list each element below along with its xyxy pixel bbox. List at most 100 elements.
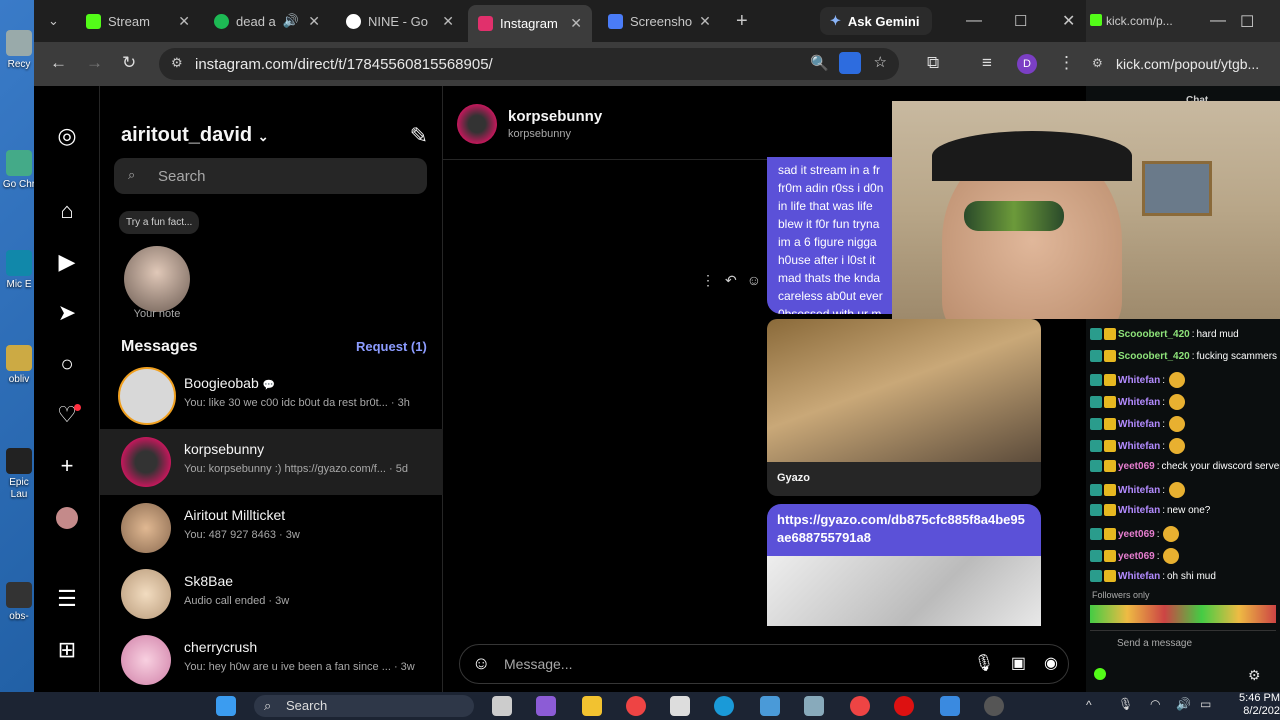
maximize-icon[interactable]: ☐: [1240, 12, 1254, 32]
thread-item-selected[interactable]: korpsebunny You: korpsebunny :) https://…: [100, 429, 443, 495]
desktop-icon-oblivion[interactable]: obliv: [2, 345, 36, 386]
chat-line[interactable]: Whitefan: new one?: [1090, 504, 1210, 516]
chat-line[interactable]: Whitefan:: [1090, 438, 1185, 454]
create-icon[interactable]: +: [55, 454, 79, 478]
chat-username[interactable]: Scooobert_420: [1118, 351, 1190, 362]
minimize-button[interactable]: —: [956, 7, 984, 35]
message-input[interactable]: ☺ Message... 🎙 ▣ ◉: [459, 644, 1069, 684]
chat-username[interactable]: Whitefan: [1118, 571, 1160, 582]
desktop-icon-chrome[interactable]: Go Chr: [2, 150, 36, 191]
battery-icon[interactable]: ▭: [1200, 697, 1211, 711]
gyazo-image-preview[interactable]: [767, 319, 1041, 464]
desktop-icon-obs[interactable]: obs-: [2, 582, 36, 623]
instagram-logo-icon[interactable]: ◎: [55, 124, 79, 148]
chevron-up-icon[interactable]: ^: [1086, 698, 1092, 712]
chat-username[interactable]: yeet069: [1118, 461, 1155, 472]
tab-instagram[interactable]: Instagram ✕: [468, 5, 592, 42]
microphone-icon[interactable]: 🎙: [1118, 697, 1133, 711]
emoji-icon[interactable]: ☺: [472, 653, 490, 674]
tab-google[interactable]: NINE - Go ✕: [336, 7, 464, 35]
copilot-icon[interactable]: [536, 696, 556, 716]
image-icon[interactable]: ▣: [1011, 653, 1026, 673]
app-icon[interactable]: [940, 696, 960, 716]
chat-line[interactable]: Whitefan: oh shi mud: [1090, 570, 1216, 582]
sticker-icon[interactable]: ◉: [1044, 653, 1058, 673]
ask-gemini-button[interactable]: ✦ Ask Gemini: [820, 7, 932, 35]
address-bar[interactable]: ⚙ instagram.com/direct/t/178455608155689…: [159, 48, 899, 80]
chat-line[interactable]: Whitefan:: [1090, 482, 1185, 498]
photos-icon[interactable]: [760, 696, 780, 716]
app-icon[interactable]: [804, 696, 824, 716]
chat-line[interactable]: Scooobert_420: fucking scammers: [1090, 350, 1277, 362]
chat-line[interactable]: Scooobert_420: hard mud: [1090, 328, 1239, 340]
tab-spotify[interactable]: dead a 🔊 ✕: [204, 7, 330, 35]
link-preview-caption[interactable]: Gyazo: [767, 462, 1041, 496]
extensions-icon[interactable]: ⧉: [927, 53, 939, 73]
volume-icon[interactable]: 🔊: [1176, 697, 1191, 711]
bookmark-star-icon[interactable]: ☆: [874, 53, 887, 71]
start-button[interactable]: [216, 696, 236, 716]
minimize-icon[interactable]: —: [1210, 12, 1226, 30]
zoom-icon[interactable]: 🔍: [810, 54, 829, 72]
desktop-icon-epic[interactable]: Epic Lau: [2, 448, 36, 501]
tab-kick-stream[interactable]: Stream ✕: [76, 7, 200, 35]
compose-icon[interactable]: ✎: [410, 123, 428, 149]
menu-kebab-icon[interactable]: ⋮: [1058, 53, 1075, 73]
close-icon[interactable]: ✕: [699, 13, 711, 30]
reels-icon[interactable]: ▶: [55, 250, 79, 274]
search-icon[interactable]: ○: [55, 352, 79, 376]
close-icon[interactable]: ✕: [308, 13, 320, 30]
link-message[interactable]: https://gyazo.com/db875cfc885f8a4be95ae6…: [767, 504, 1041, 556]
desktop-icon-edge[interactable]: Mic E: [2, 250, 36, 291]
microphone-icon[interactable]: 🎙: [974, 653, 994, 673]
chat-username[interactable]: Whitefan: [1118, 397, 1160, 408]
note-bubble[interactable]: Try a fun fact...: [119, 211, 200, 234]
more-menu-icon[interactable]: ☰: [55, 587, 79, 611]
taskbar-search[interactable]: ⌕ Search: [254, 695, 474, 717]
kick-emote-icon[interactable]: [1094, 668, 1106, 680]
home-icon[interactable]: ⌂: [55, 199, 79, 223]
chrome-profile-icon[interactable]: [850, 696, 870, 716]
chrome-icon[interactable]: [626, 696, 646, 716]
chat-username[interactable]: Whitefan: [1118, 441, 1160, 452]
chat-contact-name[interactable]: korpsebunny: [508, 108, 602, 125]
chat-username[interactable]: yeet069: [1118, 529, 1155, 540]
tab-search-button[interactable]: ⌄: [42, 7, 70, 35]
close-window-button[interactable]: ✕: [1052, 7, 1080, 35]
profile-avatar[interactable]: [56, 507, 78, 529]
media-control-icon[interactable]: ≡: [982, 53, 992, 73]
maximize-button[interactable]: ☐: [1004, 7, 1032, 35]
back-icon[interactable]: ←: [50, 53, 67, 73]
thread-item[interactable]: Boogieobab 💬 You: like 30 we c00 idc b0u…: [100, 363, 443, 429]
emote-bar[interactable]: [1090, 605, 1276, 623]
more-options-icon[interactable]: ⋮: [701, 272, 715, 289]
chat-line[interactable]: yeet069:: [1090, 526, 1180, 542]
request-link[interactable]: Request (1): [356, 339, 427, 354]
anime-image-preview[interactable]: [767, 556, 1041, 626]
site-info-icon[interactable]: ⚙: [171, 55, 183, 71]
reload-icon[interactable]: ↻: [122, 53, 136, 73]
chat-username[interactable]: Whitefan: [1118, 419, 1160, 430]
your-note-avatar[interactable]: [124, 246, 190, 312]
threads-icon[interactable]: ⊞: [55, 638, 79, 662]
profile-avatar[interactable]: D: [1017, 54, 1037, 74]
new-tab-button[interactable]: +: [726, 7, 756, 35]
app-icon[interactable]: [984, 696, 1004, 716]
settings-gear-icon[interactable]: ⚙: [1248, 667, 1261, 684]
close-icon[interactable]: ✕: [178, 13, 190, 30]
speaker-icon[interactable]: 🔊: [283, 13, 299, 29]
desktop-icon-recycle[interactable]: Recy: [2, 30, 36, 71]
wifi-icon[interactable]: ◠: [1150, 697, 1160, 711]
chat-username[interactable]: Whitefan: [1118, 375, 1160, 386]
edge-icon[interactable]: [714, 696, 734, 716]
forward-icon[interactable]: →: [86, 53, 103, 73]
chat-line[interactable]: Whitefan:: [1090, 416, 1185, 432]
kick-address-bar[interactable]: ⚙ kick.com/popout/ytgb...: [1086, 42, 1280, 86]
thread-item[interactable]: Sk8Bae Audio call ended · 3w: [100, 561, 443, 627]
opera-icon[interactable]: [894, 696, 914, 716]
thread-item[interactable]: cherrycrush You: hey h0w are u ive been …: [100, 627, 443, 693]
close-icon[interactable]: ✕: [570, 15, 582, 32]
react-emoji-icon[interactable]: ☺: [747, 272, 761, 289]
chat-line[interactable]: Whitefan:: [1090, 394, 1185, 410]
chat-username[interactable]: Whitefan: [1118, 485, 1160, 496]
